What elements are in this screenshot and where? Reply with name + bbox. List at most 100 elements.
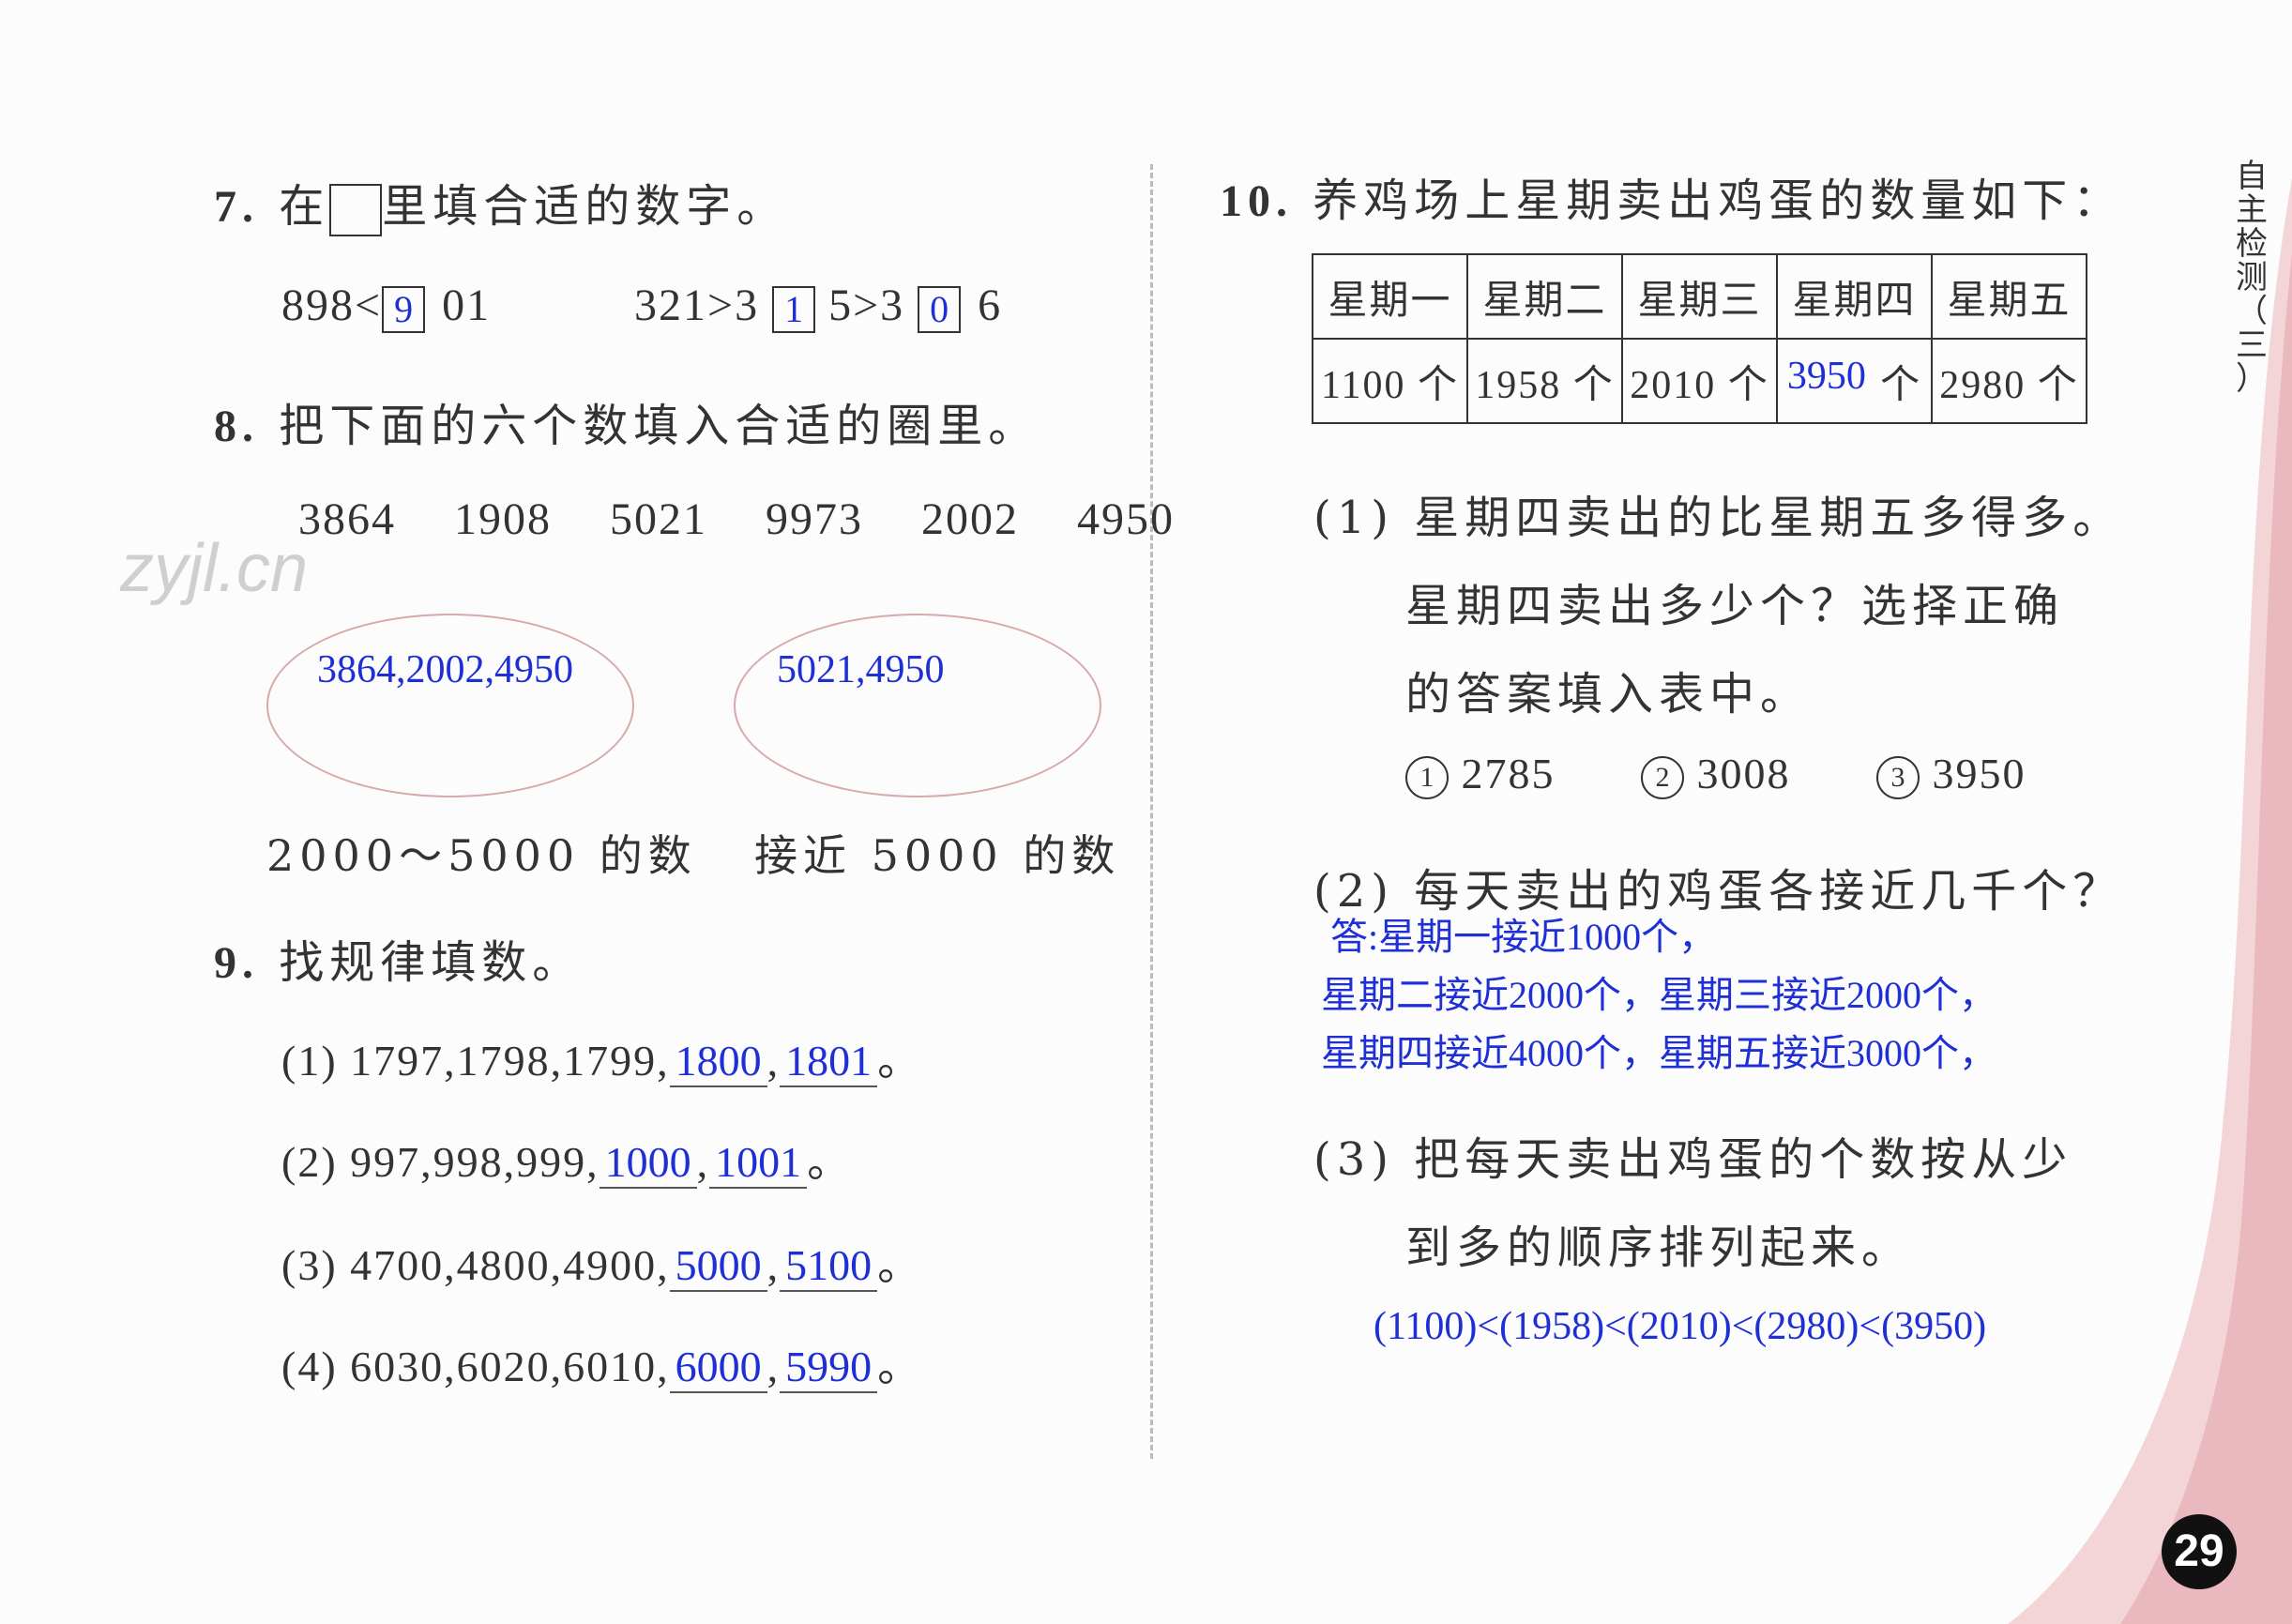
q7-e2-left: 321>3 [634,281,760,330]
table-header-row: 星期一 星期二 星期三 星期四 星期五 [1312,253,2087,340]
q9-item-4: (4) 6030,6020,6010, 6000, 5990。 [281,1332,922,1394]
thursday-unit: 个 [1880,360,1922,407]
q8-label-2: 接近 5000 的数 [754,830,1121,881]
thursday-answer: 3950 [1786,354,1866,398]
table-cell-thursday[interactable]: 3950 个 [1776,338,1933,424]
q8-oval-1-answer: 3864,2002,4950 [317,648,573,691]
q9-comma: , [767,1241,781,1289]
q8-num-3: 5021 [610,494,707,544]
table-header-cell: 星期二 [1466,253,1623,340]
q7-expression-2: 321>3 1 5>3 0 6 [634,280,1002,333]
q9-comma: , [767,1037,781,1085]
q8-num-4: 9973 [766,494,863,544]
q9-item-1-blank-b[interactable]: 1801 [780,1036,878,1087]
side-char: 主 [2236,191,2268,229]
q10-part3-line1: (3) 把每天卖出鸡蛋的个数按从少 [1313,1133,2073,1186]
q9-end: 。 [807,1138,853,1186]
table-cell: 1958 个 [1466,338,1623,424]
q10-part1-line1: (1) 星期四卖出的比星期五多得多。 [1313,492,2124,544]
q7-expression-1: 898< 9 01 [281,280,491,333]
q8-heading: 8. 把下面的六个数填入合适的圈里。 [214,388,1039,454]
q8-oval-1[interactable] [266,614,634,797]
q8-num-6: 4950 [1077,494,1175,544]
q7-e1-right: 01 [442,281,492,330]
q7-number: 7. [214,182,259,232]
option-mark-1: 1 [1405,756,1449,800]
q9-number: 9. [214,938,259,988]
q10-part3-answer: (1100)<(1958)<(2010)<(2980)<(3950) [1374,1305,1987,1348]
q9-comma: , [696,1138,710,1186]
q10-text: 养鸡场上星期卖出鸡蛋的数量如下： [1313,175,2124,227]
side-char: 检 [2236,225,2268,263]
q10-part3-line2: 到多的顺序排列起来。 [1405,1222,1913,1274]
q9-item-2-prefix: (2) 997,998,999, [281,1138,600,1186]
q9-item-3-blank-b[interactable]: 5100 [780,1240,878,1292]
table-cell: 1100 个 [1312,338,1468,424]
table-cell: 2980 个 [1931,338,2087,424]
q9-item-4-prefix: (4) 6030,6020,6010, [281,1343,670,1390]
q9-item-2-blank-b[interactable]: 1001 [709,1137,808,1189]
q9-end: 。 [877,1343,923,1390]
q9-item-4-blank-b[interactable]: 5990 [780,1342,878,1393]
egg-sales-table: 星期一 星期二 星期三 星期四 星期五 1100 个 1958 个 2010 个… [1312,253,2087,424]
q8-oval-2-answer: 5021,4950 [777,648,945,691]
q10-heading: 10. 养鸡场上星期卖出鸡蛋的数量如下： [1220,163,2123,229]
q9-comma: , [767,1343,781,1390]
q7-post: 里填合适的数字。 [382,180,788,233]
q7-e1-left: 898< [281,281,383,330]
table-header-cell: 星期四 [1776,253,1933,340]
workbook-page: zyjl.cn 7. 在里填合适的数字。 898< 9 01 321>3 1 5>3 0 6… [0,0,2292,1624]
q9-item-1-prefix: (1) 1797,1798,1799, [281,1037,670,1085]
option-value-2: 3008 [1696,750,1791,797]
q7-heading: 7. 在里填合适的数字。 [214,169,787,236]
q8-oval-2[interactable] [734,614,1101,797]
q9-item-3-prefix: (3) 4700,4800,4900, [281,1241,670,1289]
q7-answer-box-2[interactable]: 1 [772,285,816,333]
q10-number: 10. [1220,176,1293,226]
q9-item-1-blank-a[interactable]: 1800 [669,1036,767,1087]
q9-item-2-blank-a[interactable]: 1000 [599,1137,697,1189]
q8-text: 把下面的六个数填入合适的圈里。 [279,400,1040,452]
q7-e2-mid: 5>3 [828,281,905,330]
option-value-3: 3950 [1932,750,2026,797]
q8-num-1: 3864 [298,494,396,544]
q8-label-1: 2000～5000 的数 [266,830,697,881]
table-header-cell: 星期三 [1621,253,1778,340]
side-char: 自 [2236,158,2268,195]
side-char: 三 [2236,326,2268,364]
side-label: 自 主 检 测 （ 三 ） [2233,159,2270,396]
q10-part2-answer-3: 星期四接近4000个，星期五接近3000个， [1321,1032,1996,1074]
table-header-cell: 星期五 [1931,253,2087,340]
q9-end: 。 [877,1037,923,1085]
option-mark-2: 2 [1641,756,1684,800]
q9-item-4-blank-a[interactable]: 6000 [669,1342,767,1393]
side-char: ） [2236,360,2268,398]
q9-heading: 9. 找规律填数。 [214,925,583,991]
q10-options: 1 2785 2 3008 3 3950 [1405,749,2026,800]
side-char: 测 [2236,259,2268,296]
table-row: 1100 个 1958 个 2010 个 3950 个 2980 个 [1312,338,2087,424]
q8-num-5: 2002 [921,494,1019,544]
q8-number-list: 3864 1908 5021 9973 2002 4950 [298,493,1175,545]
page-number: 29 [2162,1514,2237,1589]
q7-answer-box-3[interactable]: 0 [918,285,962,333]
table-header-cell: 星期一 [1312,253,1468,340]
q9-item-3: (3) 4700,4800,4900, 5000, 5100。 [281,1231,922,1293]
q9-item-2: (2) 997,998,999, 1000, 1001。 [281,1128,852,1190]
q9-item-3-blank-a[interactable]: 5000 [669,1240,767,1292]
q7-empty-box [329,183,383,236]
q10-part2-answer-2: 星期二接近2000个，星期三接近2000个， [1321,974,1996,1016]
q7-e2-right: 6 [978,281,1003,330]
watermark: zyjl.cn [120,531,309,606]
q7-answer-box-1[interactable]: 9 [382,285,426,333]
table-cell: 2010 个 [1621,338,1778,424]
side-char: （ [2236,293,2268,330]
q8-number: 8. [214,402,259,451]
q9-end: 。 [877,1241,923,1289]
q10-part1-line3: 的答案填入表中。 [1405,668,1812,721]
q9-item-1: (1) 1797,1798,1799, 1800, 1801。 [281,1026,922,1088]
q8-num-2: 1908 [454,494,552,544]
option-value-1: 2785 [1461,750,1556,797]
q10-part1-line2: 星期四卖出多少个？选择正确 [1405,580,2065,632]
option-mark-3: 3 [1876,756,1920,800]
